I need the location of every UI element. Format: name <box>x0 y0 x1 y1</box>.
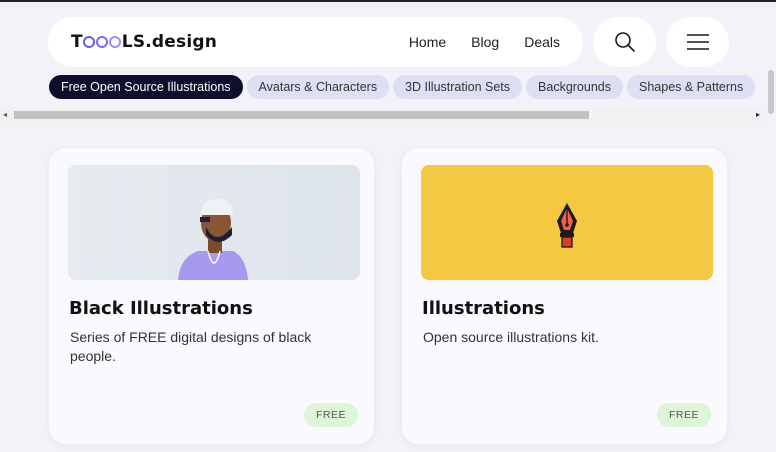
person-illustration-icon <box>68 165 360 280</box>
card-thumbnail[interactable] <box>68 165 360 280</box>
category-pill-3d-sets[interactable]: 3D Illustration Sets <box>393 75 523 99</box>
nav-link-blog[interactable]: Blog <box>471 34 499 50</box>
hamburger-menu-icon <box>686 34 709 50</box>
search-button[interactable] <box>593 17 656 67</box>
top-border <box>0 0 776 2</box>
main-nav: Home Blog Deals <box>409 34 560 50</box>
category-pill-backgrounds[interactable]: Backgrounds <box>526 75 623 99</box>
free-badge: FREE <box>304 403 358 427</box>
logo-text-suffix: LS.design <box>121 32 218 52</box>
card-title[interactable]: Black Illustrations <box>69 298 253 319</box>
nav-link-deals[interactable]: Deals <box>524 34 560 50</box>
free-badge: FREE <box>657 403 711 427</box>
scroll-left-arrow-icon[interactable]: ◂ <box>3 111 7 119</box>
logo-ring-icon <box>96 36 109 48</box>
pen-nib-icon <box>421 165 713 280</box>
scrollbar-thumb[interactable] <box>14 111 589 119</box>
category-pill-free-open-source[interactable]: Free Open Source Illustrations <box>49 75 243 99</box>
logo-text-prefix: T <box>71 32 83 52</box>
card-thumbnail[interactable] <box>421 165 713 280</box>
menu-button[interactable] <box>666 17 729 67</box>
header-bar: T LS.design Home Blog Deals <box>48 17 583 67</box>
search-icon <box>614 32 635 52</box>
card-title[interactable]: Illustrations <box>422 298 545 319</box>
category-pill-shapes[interactable]: Shapes & Patterns <box>627 75 756 99</box>
resource-card[interactable]: Illustrations Open source illustrations … <box>401 147 728 445</box>
nav-link-home[interactable]: Home <box>409 34 446 50</box>
vertical-scrollbar[interactable] <box>766 70 776 122</box>
horizontal-scrollbar[interactable]: ◂ ▸ <box>0 108 766 122</box>
card-description: Open source illustrations kit. <box>423 329 599 345</box>
scroll-right-arrow-icon[interactable]: ▸ <box>756 111 760 119</box>
category-pill-avatars[interactable]: Avatars & Characters <box>246 75 390 99</box>
logo-ring-icon <box>109 36 122 48</box>
site-logo[interactable]: T LS.design <box>71 32 217 52</box>
vertical-scrollbar-thumb[interactable] <box>768 70 774 114</box>
logo-ring-icon <box>83 36 96 48</box>
card-description: Series of FREE digital designs of black … <box>70 329 312 364</box>
resource-card[interactable]: Black Illustrations Series of FREE digit… <box>48 147 375 445</box>
category-pills: Free Open Source Illustrations Avatars & … <box>49 75 764 101</box>
